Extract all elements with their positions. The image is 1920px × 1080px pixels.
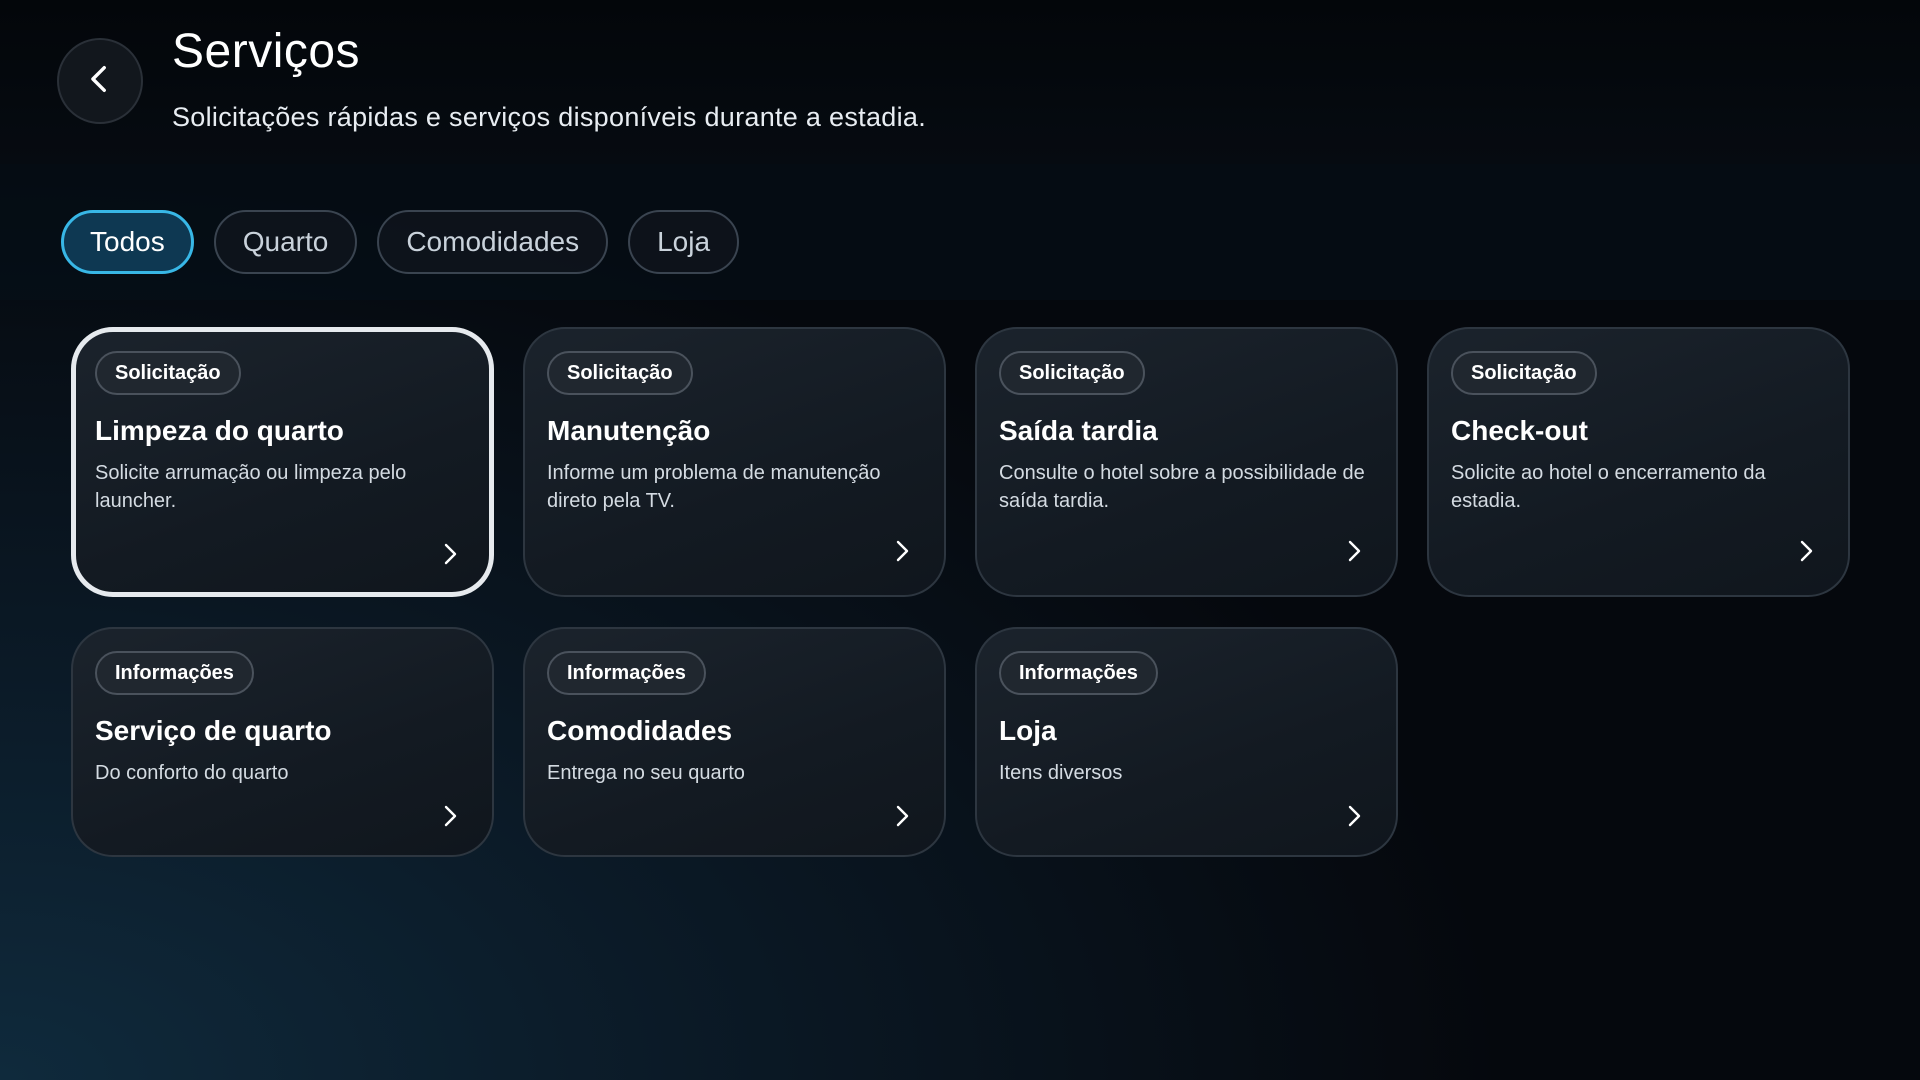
service-card-limpeza[interactable]: Solicitação Limpeza do quarto Solicite a…: [71, 327, 494, 597]
category-tabs: Todos Quarto Comodidades Loja: [61, 210, 740, 274]
service-card-check-out[interactable]: Solicitação Check-out Solicite ao hotel …: [1427, 327, 1850, 597]
tab-loja[interactable]: Loja: [628, 210, 740, 274]
card-description: Do conforto do quarto: [95, 762, 289, 784]
chevron-right-icon: [890, 539, 914, 563]
card-title: Comodidades: [547, 715, 733, 746]
tab-todos[interactable]: Todos: [61, 210, 194, 274]
chevron-left-icon: [83, 62, 117, 101]
chevron-right-icon: [1342, 804, 1366, 828]
chevron-right-icon: [1342, 539, 1366, 563]
back-button[interactable]: [57, 38, 143, 124]
chevron-right-icon: [890, 804, 914, 828]
card-description: Solicite ao hotel o encerramento da esta…: [1451, 462, 1766, 512]
card-title: Serviço de quarto: [95, 715, 332, 746]
card-title: Manutenção: [547, 415, 711, 446]
tab-quarto[interactable]: Quarto: [213, 210, 358, 274]
category-badge: Informações: [547, 651, 706, 695]
chevron-right-icon: [1794, 539, 1818, 563]
card-description: Informe um problema de manutenção direto…: [547, 462, 881, 512]
card-title: Limpeza do quarto: [95, 415, 344, 446]
chevron-right-icon: [438, 804, 462, 828]
page-title: Serviços: [172, 25, 361, 78]
tab-comodidades[interactable]: Comodidades: [377, 210, 609, 274]
card-title: Saída tardia: [999, 415, 1158, 446]
service-card-comodidades[interactable]: Informações Comodidades Entrega no seu q…: [523, 627, 946, 857]
header: Serviços Solicitações rápidas e serviços…: [0, 0, 1920, 164]
card-description: Entrega no seu quarto: [547, 762, 745, 784]
category-badge: Solicitação: [999, 351, 1145, 395]
page-subtitle: Solicitações rápidas e serviços disponív…: [172, 102, 927, 132]
category-badge: Solicitação: [95, 351, 241, 395]
service-card-servico-de-quarto[interactable]: Informações Serviço de quarto Do confort…: [71, 627, 494, 857]
card-description: Itens diversos: [999, 762, 1123, 784]
card-description: Solicite arrumação ou limpeza pelo launc…: [95, 462, 407, 512]
chevron-right-icon: [438, 542, 462, 566]
category-badge: Informações: [999, 651, 1158, 695]
card-title: Check-out: [1451, 415, 1588, 446]
card-description: Consulte o hotel sobre a possibilidade d…: [999, 462, 1365, 512]
category-badge: Solicitação: [1451, 351, 1597, 395]
card-title: Loja: [999, 715, 1057, 746]
category-badge: Informações: [95, 651, 254, 695]
service-card-saida-tardia[interactable]: Solicitação Saída tardia Consulte o hote…: [975, 327, 1398, 597]
category-badge: Solicitação: [547, 351, 693, 395]
service-card-manutencao[interactable]: Solicitação Manutenção Informe um proble…: [523, 327, 946, 597]
service-card-loja[interactable]: Informações Loja Itens diversos: [975, 627, 1398, 857]
